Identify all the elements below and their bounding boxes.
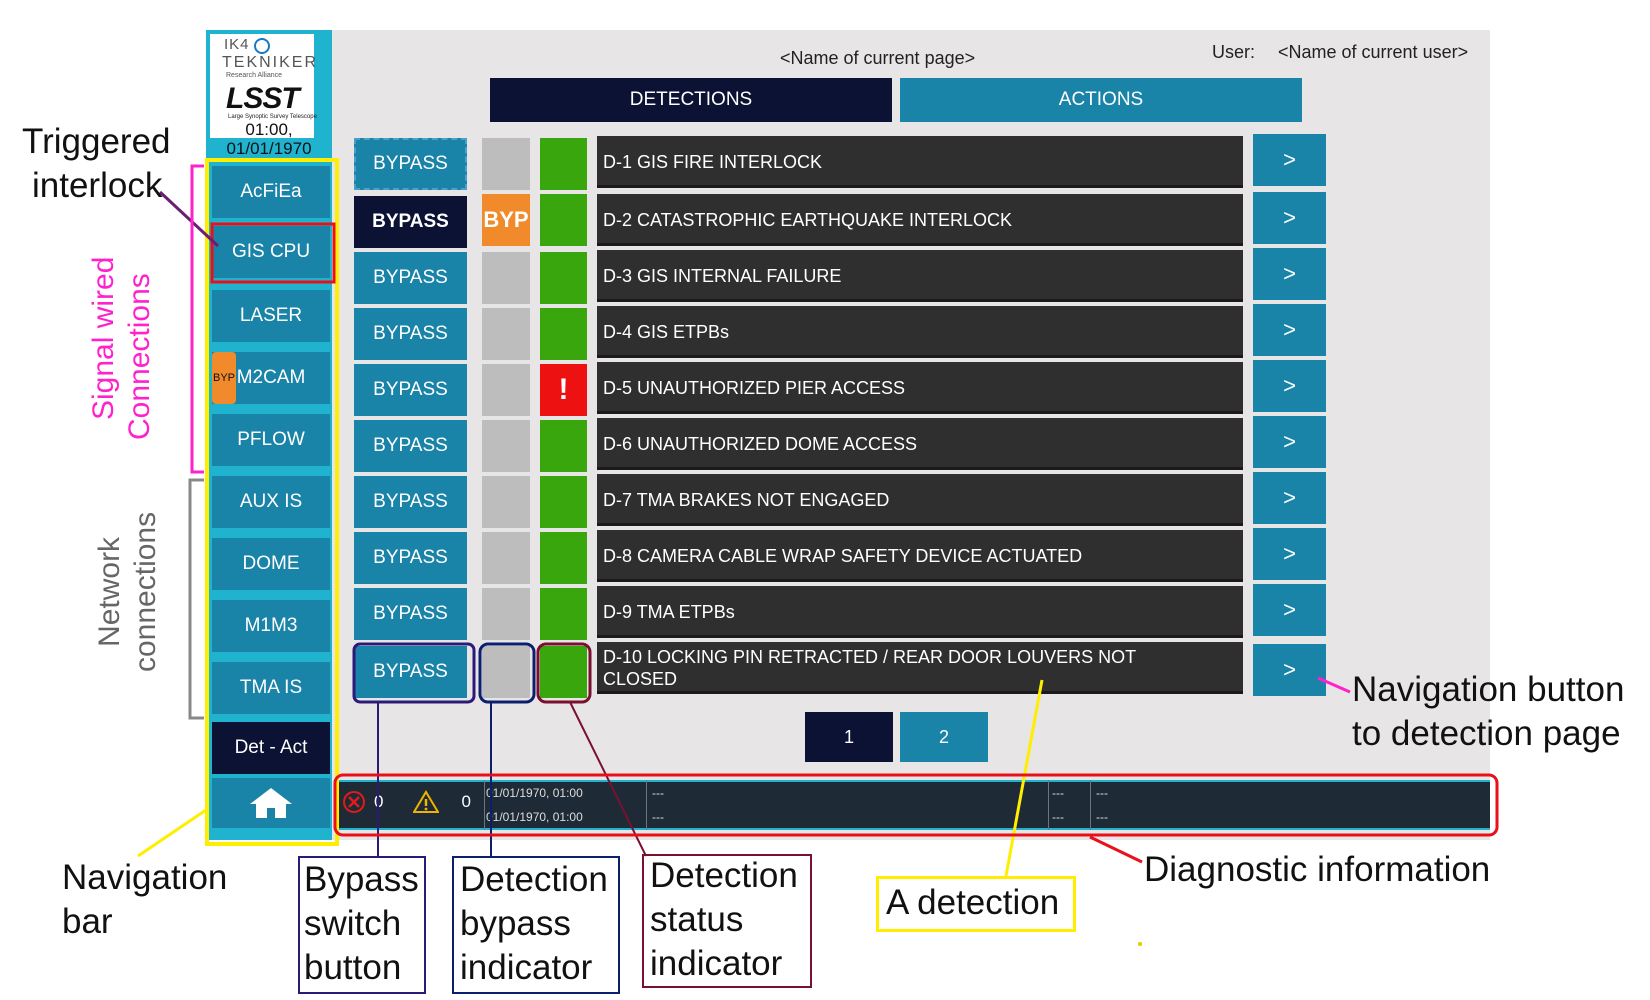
annotation-line: Navigation <box>62 858 228 897</box>
annotation-line: button <box>304 948 402 987</box>
annotation-line: Bypass <box>304 860 419 899</box>
annotation-line: indicator <box>460 948 593 987</box>
annotation-line: Detection <box>650 856 798 895</box>
annotation-diagnostic: Diagnostic information <box>1144 850 1491 889</box>
annotation-det-status: Detection status indicator <box>650 854 798 986</box>
annotation-navigation-bar: Navigation bar <box>62 856 227 944</box>
annotation-line: connections <box>129 511 162 672</box>
annotation-triggered-interlock: Triggered interlock <box>22 120 171 208</box>
annotation-line: status <box>650 900 744 939</box>
annotation-signal-wired: Signal wired Connections <box>86 257 158 440</box>
annotation-line: to detection page <box>1352 714 1621 753</box>
annotation-line: Connections <box>123 273 156 440</box>
annotation-line: bypass <box>460 904 571 943</box>
annotation-line: bar <box>62 902 113 941</box>
annotation-line: Navigation button <box>1352 670 1625 709</box>
annotation-a-detection: A detection <box>886 883 1060 922</box>
nav-bar-box <box>205 158 339 846</box>
annotation-line: Detection <box>460 860 608 899</box>
annotation-det-bypass: Detection bypass indicator <box>460 858 608 990</box>
annotation-line: switch <box>304 904 402 943</box>
annotation-nav-button: Navigation button to detection page <box>1352 668 1624 756</box>
annotation-line: Signal wired <box>87 256 120 420</box>
annotation-line: Network <box>93 536 126 647</box>
annotation-line: indicator <box>650 944 783 983</box>
annotation-network: Network connections <box>92 512 164 672</box>
annotation-line: Triggered <box>22 122 171 161</box>
annotation-bypass-switch: Bypass switch button <box>304 858 419 990</box>
triggered-box <box>210 222 336 284</box>
annotation-line: interlock <box>32 166 163 205</box>
